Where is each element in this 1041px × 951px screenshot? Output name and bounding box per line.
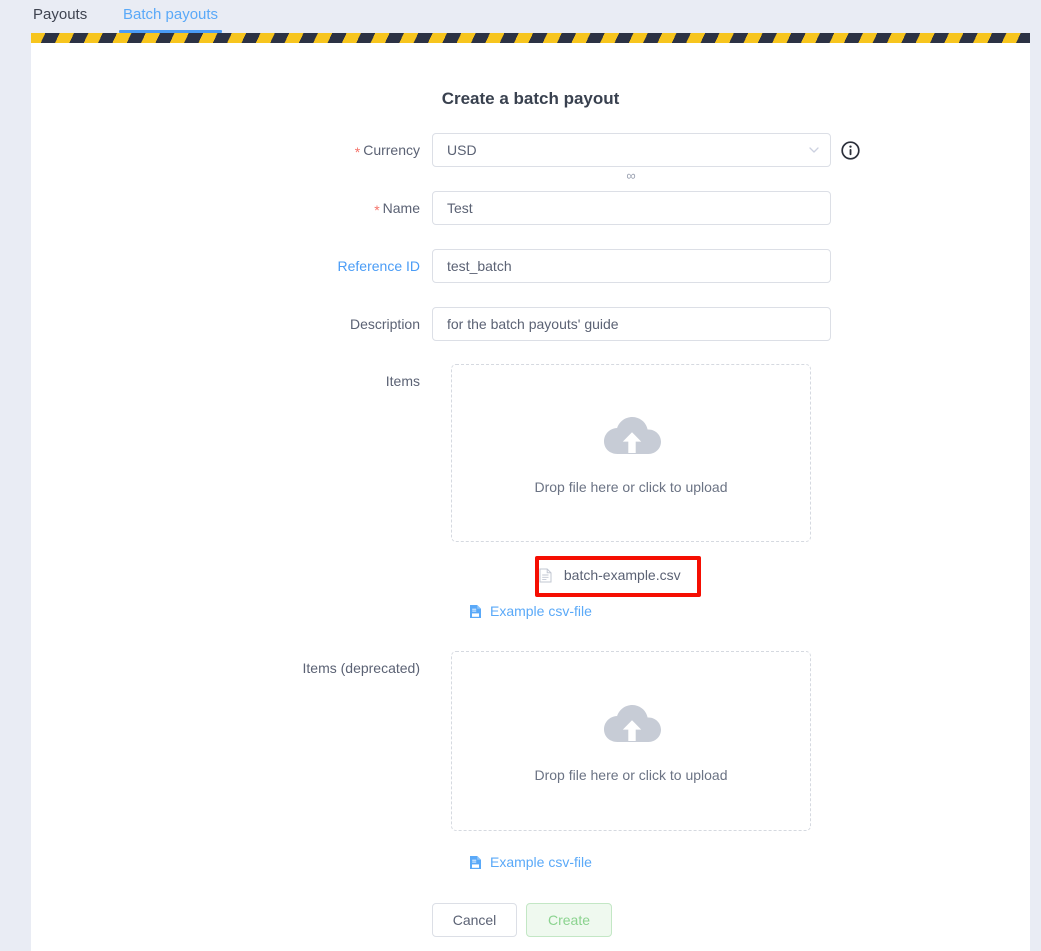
items-deprecated-example-csv-label: Example csv-file [489,854,592,870]
currency-select-wrapper [432,133,831,167]
create-button[interactable]: Create [526,903,612,937]
name-label-text: Name [382,200,420,216]
items-deprecated-label: Items (deprecated) [302,660,421,676]
cloud-upload-icon [598,697,664,745]
uploaded-file-chip[interactable]: batch-example.csv [539,567,681,586]
items-label: Items [385,373,420,389]
currency-helper-text: ∞ [626,168,637,183]
name-field-wrapper [432,191,831,225]
reference-id-field-wrapper [432,249,831,283]
items-deprecated-example-csv-link[interactable]: Example csv-file [31,854,1030,873]
form-row-name: * Name [31,191,1030,225]
description-label: Description [349,316,420,332]
info-circle-icon[interactable] [841,141,860,160]
reference-id-input[interactable] [432,249,831,283]
currency-select[interactable] [432,133,831,167]
form-row-currency: *Currency ∞ [31,133,1030,183]
currency-label: * Currency [31,133,420,167]
reference-id-label[interactable]: Reference ID [31,249,420,283]
content-panel: Create a batch payout * Currency USD ∞ *… [31,43,1030,951]
form-row-items-deprecated: Items (deprecated) Drop file here or cli… [31,651,1030,833]
cloud-upload-icon [598,409,664,457]
csv-file-icon [469,855,482,873]
document-icon [539,568,552,586]
top-tabbar: Payouts Batch payouts [0,0,1041,33]
form-row-reference-id: Reference ID [31,249,1030,283]
form-row-items: Items Drop file here or click to upload [31,364,1030,544]
cancel-button[interactable]: Cancel [432,903,517,937]
items-dropzone-inner: Drop file here or click to upload [452,409,810,495]
items-deprecated-dropzone-inner: Drop file here or click to upload [452,697,810,783]
items-example-csv-label: Example csv-file [489,603,592,619]
description-field-wrapper [432,307,831,341]
tab-batch-payouts[interactable]: Batch payouts [119,0,223,33]
description-input[interactable] [432,307,831,341]
items-dropzone-text: Drop file here or click to upload [534,479,728,495]
tab-payouts-label: Payouts [33,6,88,23]
name-label: * Name [31,191,420,225]
app-screen: Payouts Batch payouts Create a batch pay… [0,0,1041,951]
items-deprecated-dropzone[interactable]: Drop file here or click to upload [451,651,811,831]
items-deprecated-dropzone-text: Drop file here or click to upload [534,767,728,783]
currency-label-text: Currency [363,142,420,158]
items-dropzone[interactable]: Drop file here or click to upload [451,364,811,542]
items-example-csv-link[interactable]: Example csv-file [31,603,1030,622]
form-row-description: Description [31,307,1030,341]
uploaded-file-name: batch-example.csv [563,567,681,583]
page-title: Create a batch payout [441,89,620,108]
csv-file-icon [469,604,482,622]
name-required-marker: * [374,202,380,218]
name-input[interactable] [432,191,831,225]
tab-batch-payouts-label: Batch payouts [123,6,219,23]
tab-payouts[interactable]: Payouts [29,0,91,33]
currency-required-marker: * [354,144,361,160]
caution-stripe-divider [31,33,1030,43]
